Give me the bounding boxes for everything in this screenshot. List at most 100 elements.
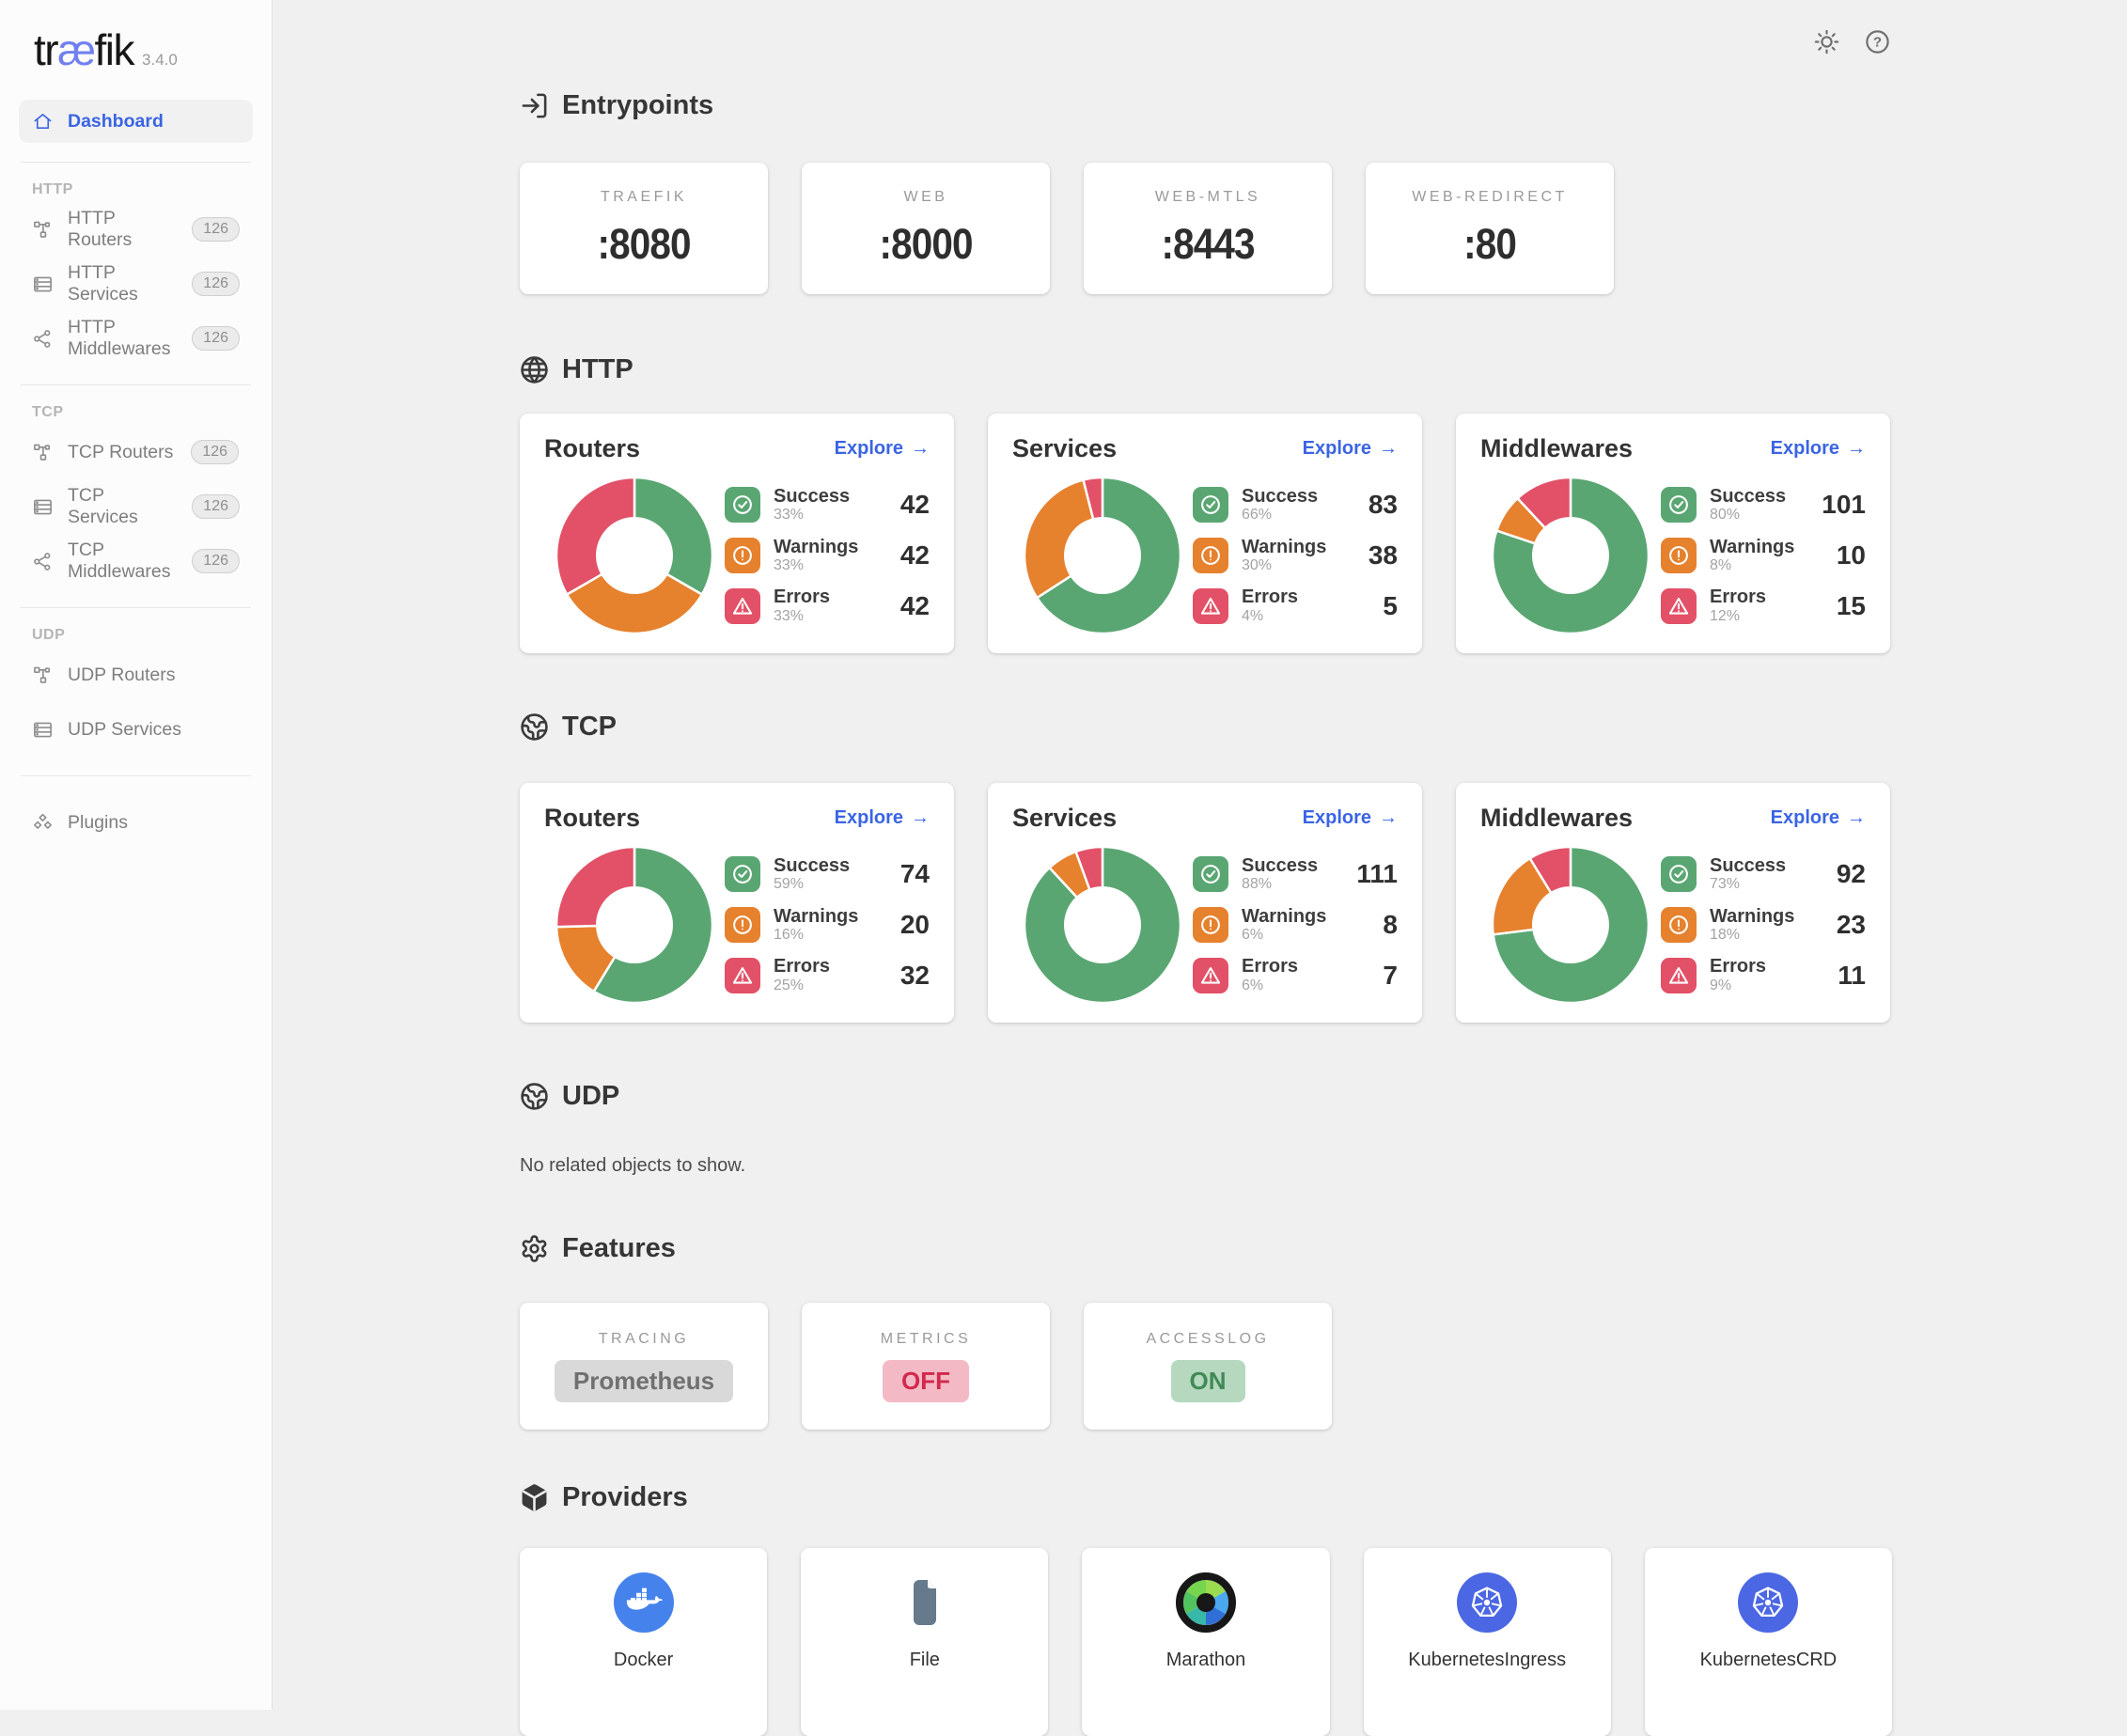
stat-value: 101 [1822, 490, 1866, 520]
provider-card-marathon: Marathon [1082, 1548, 1329, 1736]
stat-percent: 25% [774, 977, 830, 993]
stat-labels: Errors4% [1242, 587, 1298, 624]
sidebar-item-tcp-routers[interactable]: TCP Routers126 [19, 425, 253, 479]
card-body: Success73%92Warnings18%23Errors9%11 [1480, 846, 1866, 1004]
tcp-routers-card: RoutersExplore→Success59%74Warnings16%20… [520, 783, 954, 1023]
section-title: UDP [562, 1081, 619, 1112]
stat-percent: 8% [1710, 557, 1794, 573]
services-icon [32, 719, 54, 741]
sidebar-item-plugins[interactable]: Plugins [19, 795, 253, 850]
stat-percent: 6% [1242, 977, 1298, 993]
stat-row-warning: Warnings18%23 [1661, 907, 1866, 944]
theme-toggle-button[interactable] [1811, 26, 1841, 56]
stat-value: 23 [1837, 910, 1866, 940]
card-header: ServicesExplore→ [1012, 434, 1398, 463]
success-badge-icon [725, 487, 760, 523]
success-check-icon [1666, 862, 1691, 886]
explore-label: Explore [1303, 438, 1371, 460]
sidebar-item-tcp-middlewares[interactable]: TCP Middlewares126 [19, 534, 253, 588]
logo-ae: æ [57, 25, 94, 74]
sidebar-item-dashboard[interactable]: Dashboard [19, 100, 253, 143]
error-badge-icon [725, 588, 760, 624]
sidebar-item-label: HTTP Routers [68, 208, 174, 251]
donut-chart-wrap [1024, 477, 1181, 634]
warning-badge-icon [725, 907, 760, 943]
error-badge-icon [1193, 588, 1228, 624]
arrow-right-icon: → [1847, 807, 1866, 829]
earth-icon [520, 1082, 549, 1111]
entrypoint-port: :80 [1463, 220, 1516, 269]
stat-value: 42 [900, 591, 930, 621]
success-check-icon [1198, 493, 1223, 517]
sidebar-section-label: HTTP [32, 181, 253, 198]
stat-value: 38 [1368, 540, 1398, 571]
card-header: ServicesExplore→ [1012, 804, 1398, 833]
explore-label: Explore [1303, 807, 1371, 829]
svg-text:?: ? [1872, 34, 1881, 50]
stat-label: Success [1242, 856, 1318, 877]
arrow-right-icon: → [911, 807, 930, 829]
kubernetes-icon [1750, 1585, 1786, 1620]
warning-badge-icon [1661, 538, 1697, 573]
stat-label: Errors [774, 957, 830, 977]
error-badge-icon [1661, 958, 1697, 993]
sidebar-item-label: TCP Routers [68, 442, 173, 463]
app-version: 3.4.0 [142, 51, 178, 69]
sidebar-item-label: HTTP Services [68, 262, 174, 305]
error-badge-icon [1661, 588, 1697, 624]
section-title: TCP [562, 712, 617, 743]
arrow-right-icon: → [1379, 438, 1398, 460]
explore-link[interactable]: Explore → [1303, 438, 1398, 460]
stats-column: Success73%92Warnings18%23Errors9%11 [1661, 846, 1866, 1004]
stat-labels: Errors6% [1242, 957, 1298, 993]
sidebar-item-http-middlewares[interactable]: HTTP Middlewares126 [19, 311, 253, 366]
stats-column: Success80%101Warnings8%10Errors12%15 [1661, 477, 1866, 634]
services-icon [32, 274, 54, 295]
earth-icon [520, 712, 549, 742]
sidebar-item-udp-services[interactable]: UDP Services [19, 702, 253, 757]
provider-card-kubernetescrd: KubernetesCRD [1645, 1548, 1892, 1736]
sidebar-item-http-services[interactable]: HTTP Services126 [19, 257, 253, 311]
success-check-icon [730, 862, 755, 886]
success-check-icon [1666, 493, 1691, 517]
entrypoint-name: WEB-REDIRECT [1412, 189, 1568, 206]
stats-column: Success59%74Warnings16%20Errors25%32 [725, 846, 930, 1004]
stat-labels: Errors12% [1710, 587, 1766, 624]
explore-link[interactable]: Explore→ [1303, 807, 1398, 829]
stat-row-warning: Warnings33%42 [725, 538, 930, 574]
card-header: MiddlewaresExplore→ [1480, 434, 1866, 463]
donut-chart [555, 846, 713, 1004]
stat-value: 83 [1368, 490, 1398, 520]
marathon-logo [1176, 1572, 1236, 1633]
stat-value: 32 [900, 961, 930, 991]
sidebar-item-tcp-services[interactable]: TCP Services126 [19, 479, 253, 534]
explore-link[interactable]: Explore→ [1771, 438, 1866, 460]
stat-percent: 59% [774, 876, 850, 892]
help-button[interactable]: ? [1862, 26, 1892, 56]
stat-row-warning: Warnings6%8 [1193, 907, 1398, 944]
stat-value: 5 [1383, 591, 1398, 621]
stat-value: 11 [1838, 961, 1866, 991]
warning-badge-icon [1193, 538, 1228, 573]
tcp-services-card: ServicesExplore→Success88%111Warnings6%8… [988, 783, 1422, 1023]
donut-chart-wrap [555, 477, 713, 634]
file-icon [906, 1578, 944, 1627]
stat-value: 20 [900, 910, 930, 940]
marathon-icon [1176, 1572, 1236, 1633]
card-body: Success88%111Warnings6%8Errors6%7 [1012, 846, 1398, 1004]
http-services-card: ServicesExplore→Success66%83Warnings30%3… [988, 414, 1422, 653]
error-triangle-icon [1666, 963, 1691, 988]
sidebar-item-udp-routers[interactable]: UDP Routers [19, 648, 253, 702]
sidebar-item-http-routers[interactable]: HTTP Routers126 [19, 202, 253, 257]
card-title: Middlewares [1480, 804, 1633, 833]
explore-link[interactable]: Explore→ [835, 438, 930, 460]
entrypoint-port: :8000 [879, 220, 972, 269]
stat-label: Warnings [1710, 538, 1794, 558]
stat-label: Success [1242, 487, 1318, 508]
http-middlewares-card: MiddlewaresExplore→Success80%101Warnings… [1456, 414, 1890, 653]
kubernetes-logo [1738, 1572, 1798, 1633]
sidebar-item-label: TCP Services [68, 485, 174, 528]
explore-link[interactable]: Explore→ [835, 807, 930, 829]
explore-link[interactable]: Explore→ [1771, 807, 1866, 829]
sidebar-divider [21, 775, 251, 776]
